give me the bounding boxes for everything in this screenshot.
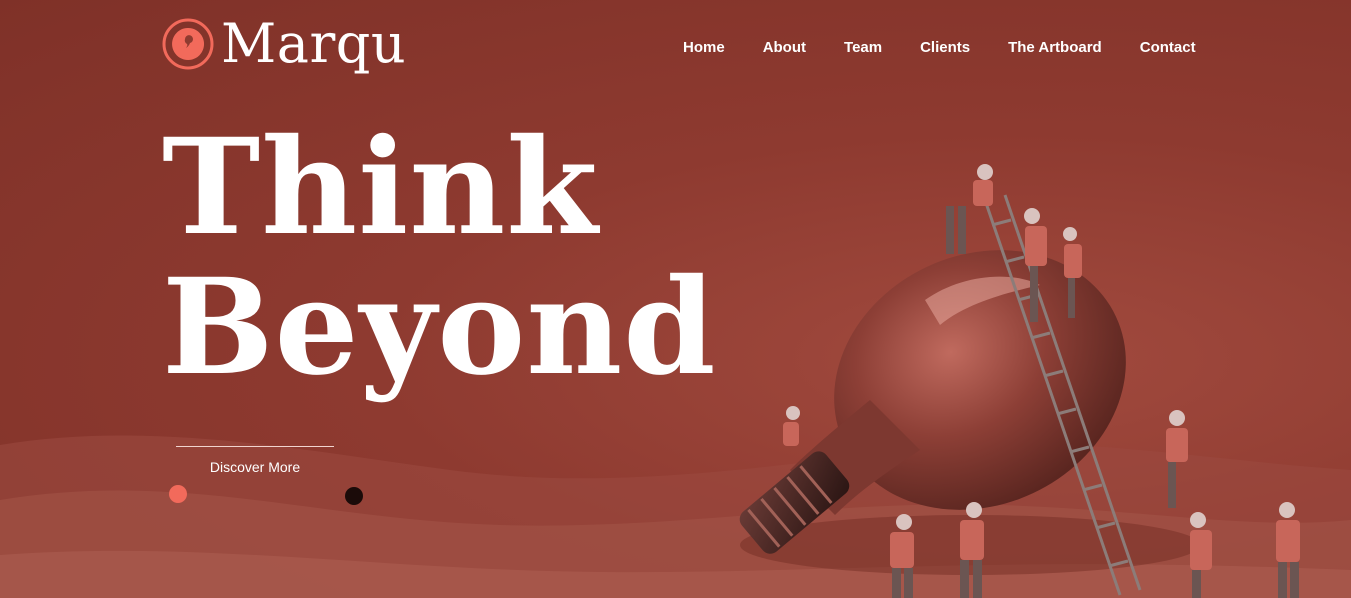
nav-home[interactable]: Home	[683, 39, 725, 56]
headline-line-2: Beyond	[162, 250, 717, 405]
hero-section: Marqu Home About Team Clients The Artboa…	[0, 0, 1351, 598]
nav-team[interactable]: Team	[844, 39, 882, 56]
main-nav: Home About Team Clients The Artboard Con…	[683, 39, 1196, 56]
headline-line-1: Think	[162, 110, 599, 265]
slider-dot-1[interactable]	[169, 485, 187, 503]
nav-contact[interactable]: Contact	[1140, 39, 1196, 56]
speech-bubble-circle-icon	[162, 18, 214, 70]
nav-the-artboard[interactable]: The Artboard	[1008, 39, 1102, 56]
hero-headline: Think Beyond	[162, 118, 717, 398]
slider-dot-2[interactable]	[345, 487, 363, 505]
brand-logo[interactable]: Marqu	[161, 14, 406, 74]
lightbulb-workers-image	[739, 164, 1300, 598]
nav-clients[interactable]: Clients	[920, 39, 970, 56]
nav-about[interactable]: About	[763, 39, 806, 56]
discover-more-link[interactable]: Discover More	[176, 446, 334, 475]
brand-name: Marqu	[221, 12, 407, 75]
